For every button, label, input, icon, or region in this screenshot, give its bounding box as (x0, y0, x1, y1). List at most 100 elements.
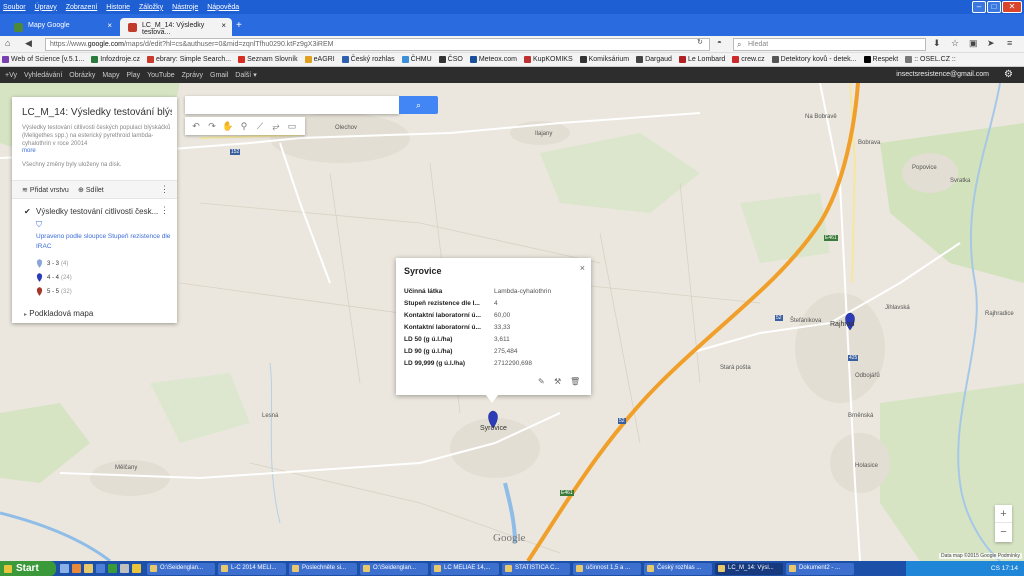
outlook-icon[interactable] (132, 564, 141, 573)
hamburger-menu-icon[interactable]: ≡ (1007, 38, 1012, 48)
redo-icon[interactable]: ↷ (205, 121, 219, 132)
bookmark-item[interactable]: Komiksárium (579, 56, 629, 63)
start-button[interactable]: Start (0, 561, 56, 576)
taskbar-item[interactable]: O:\Seidenglan... (360, 562, 428, 575)
bookmark-item[interactable]: Meteox.com (469, 56, 517, 63)
bookmark-item[interactable]: Respekt (863, 56, 898, 63)
new-tab-icon[interactable]: + (236, 20, 250, 32)
bookmark-item[interactable]: KupKOMIKS (523, 56, 573, 63)
edit-pencil-icon[interactable]: ✎ (538, 377, 545, 386)
style-description[interactable]: Upraveno podle sloupce Stupeň rezistence… (36, 232, 176, 252)
reload-icon[interactable]: ↻ (697, 38, 703, 46)
taskbar-item[interactable]: LC MELIAE 14,... (431, 562, 499, 575)
map-options-icon[interactable]: ⋮ (160, 184, 169, 195)
bookmark-item[interactable]: ČHMU (401, 56, 432, 63)
ie-icon[interactable] (60, 564, 69, 573)
gbar-plus-you[interactable]: +Vy (5, 72, 17, 79)
star-icon[interactable]: ☆ (951, 38, 959, 49)
maximize-icon[interactable]: □ (987, 1, 1001, 13)
menu-upravy[interactable]: Úpravy (35, 4, 57, 11)
back-icon[interactable]: ◀ (25, 38, 32, 49)
gbar-search[interactable]: Vyhledávání (24, 72, 62, 79)
bookmark-item[interactable]: Web of Science [v.5.1... (2, 56, 84, 63)
bookmark-item[interactable]: Český rozhlas (341, 56, 395, 63)
close-icon[interactable]: × (580, 263, 585, 273)
taskbar-item[interactable]: účinnost 1,5 a ... (573, 562, 641, 575)
clock[interactable]: CS 17:14 (991, 565, 1018, 572)
url-field[interactable]: https://www.google.com/maps/d/edit?hl=cs… (45, 38, 710, 51)
bookmark-item[interactable]: Le Lombard (678, 56, 725, 63)
bookmark-item[interactable]: ČSO (438, 56, 463, 63)
menu-nastroje[interactable]: Nástroje (172, 4, 198, 11)
minimize-icon[interactable]: – (972, 1, 986, 13)
layer-options-icon[interactable]: ⋮ (160, 205, 169, 216)
send-icon[interactable]: ➤ (987, 38, 995, 49)
taskbar-item[interactable]: O:\Seidenglan... (147, 562, 215, 575)
bookmark-item[interactable]: :: OSEL.CZ :: (905, 56, 956, 63)
menu-zalozky[interactable]: Záložky (139, 4, 163, 11)
bookmark-item[interactable]: Infozdroje.cz (91, 56, 140, 63)
gbar-news[interactable]: Zprávy (182, 72, 203, 79)
taskbar-item[interactable]: Dokument2 - ... (786, 562, 854, 575)
menu-napoveda[interactable]: Nápověda (207, 4, 239, 11)
firefox-icon[interactable] (72, 564, 81, 573)
map-search-input[interactable] (185, 96, 399, 114)
gbar-youtube[interactable]: YouTube (147, 72, 175, 79)
close-window-icon[interactable]: ✕ (1002, 1, 1022, 13)
hand-icon[interactable]: ✋ (221, 121, 235, 132)
taskbar-item[interactable]: STATISTICA C... (502, 562, 570, 575)
word-icon[interactable] (96, 564, 105, 573)
map-title[interactable]: LC_M_14: Výsledky testování blýská... (22, 107, 172, 118)
lock-icon[interactable]: ▣ (969, 38, 978, 49)
zoom-out-button[interactable]: − (995, 523, 1012, 541)
map-attribution[interactable]: Data map ©2015 Google Podmínky (938, 553, 1022, 559)
ruler-icon[interactable]: ▭ (285, 121, 299, 132)
gbar-play[interactable]: Play (126, 72, 140, 79)
delete-icon[interactable]: 🗑 (570, 377, 580, 386)
browser-search-input[interactable]: ⌕ Hledat (733, 38, 926, 51)
home-icon[interactable]: ⌂ (5, 38, 10, 48)
draw-line-icon[interactable]: ⟋ (253, 121, 267, 132)
bookmark-item[interactable]: Dargaud (636, 56, 672, 63)
gbar-gmail[interactable]: Gmail (210, 72, 228, 79)
gbar-maps[interactable]: Mapy (102, 72, 119, 79)
basemap-toggle[interactable]: ▸ Podkladová mapa (24, 309, 93, 318)
excel-icon[interactable] (108, 564, 117, 573)
paint-bucket-icon[interactable]: ⛉ (36, 220, 42, 230)
taskbar-item[interactable]: L-C 2014 MELI... (218, 562, 286, 575)
download-icon[interactable]: ⬇ (933, 38, 941, 49)
layer-title[interactable]: Výsledky testování citlivosti česk... (36, 207, 158, 216)
menu-historie[interactable]: Historie (106, 4, 130, 11)
folder-icon[interactable] (84, 564, 93, 573)
close-tab-icon[interactable]: × (221, 21, 226, 30)
add-layer-button[interactable]: ≋ Přidat vrstvu (22, 186, 69, 194)
bookmark-item[interactable]: eAGRI (304, 56, 335, 63)
gbar-images[interactable]: Obrázky (69, 72, 95, 79)
bookmark-item[interactable]: ebrary: Simple Search... (146, 56, 231, 63)
account-email[interactable]: insectsresistence@gmail.com (896, 71, 989, 78)
layer-checkbox[interactable]: ✔ (24, 207, 31, 216)
gear-icon[interactable]: ⚙ (1004, 69, 1013, 80)
directions-icon[interactable]: ⥂ (269, 121, 283, 132)
map-search-button[interactable]: ⌕ (399, 96, 438, 114)
share-button[interactable]: ⊕ Sdílet (78, 186, 104, 194)
tab-mapy-google[interactable]: Mapy Google × (6, 18, 118, 36)
zoom-in-button[interactable]: + (995, 505, 1012, 523)
edit-style-icon[interactable]: ⚒ (554, 377, 561, 386)
undo-icon[interactable]: ↶ (189, 121, 203, 132)
close-tab-icon[interactable]: × (107, 21, 112, 30)
add-marker-icon[interactable]: ⚲ (237, 121, 251, 132)
taskbar-item[interactable]: LC_M_14: Výsl... (715, 562, 783, 575)
gbar-more[interactable]: Další ▾ (235, 71, 256, 79)
more-link[interactable]: more (22, 148, 36, 154)
media-icon[interactable] (120, 564, 129, 573)
bookmark-item[interactable]: Detektory kovů - detek... (771, 56, 857, 63)
menu-soubor[interactable]: Soubor (3, 4, 26, 11)
map-description[interactable]: Výsledky testování citlivosti českých po… (22, 124, 172, 148)
tab-lc-m-14[interactable]: LC_M_14: Výsledky testova... × (120, 18, 232, 36)
bookmark-item[interactable]: crew.cz (732, 56, 765, 63)
incognito-icon[interactable]: ◓ (717, 38, 722, 47)
taskbar-item[interactable]: Český rozhlas ... (644, 562, 712, 575)
menu-zobrazeni[interactable]: Zobrazení (66, 4, 98, 11)
bookmark-item[interactable]: Seznam Slovník (238, 56, 298, 63)
